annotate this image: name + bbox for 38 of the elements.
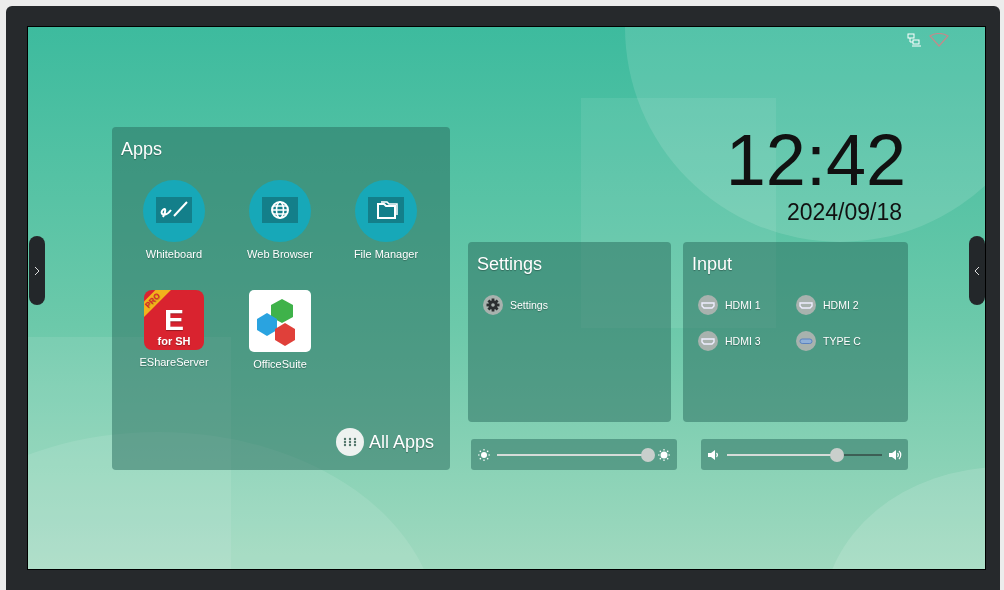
brightness-low-icon [477,447,491,462]
whiteboard-app-icon [143,180,205,242]
clock-date: 2024/09/18 [786,199,902,226]
folder-app-icon [355,180,417,242]
input-source[interactable]: HDMI 1 [698,295,796,315]
hdmi-port-icon [698,295,718,315]
chevron-right-icon [34,265,40,276]
wifi-icon [929,33,949,47]
app-grid-icon [335,428,364,456]
hdmi-port-icon [698,331,718,351]
side-panel-handle[interactable] [29,236,45,305]
app-shortcut[interactable]: OfficeSuite [227,290,333,370]
input-source[interactable]: TYPE C [796,331,894,351]
input-source[interactable]: HDMI 2 [796,295,894,315]
network-icon [907,33,921,47]
app-shortcut[interactable]: Web Browser [227,180,333,260]
usb-c-port-icon [796,331,816,351]
side-panel-handle[interactable] [969,236,985,305]
chevron-left-icon [974,265,980,276]
panel-title: Settings [477,254,543,274]
panel-title: Apps [121,139,163,160]
settings-item[interactable]: Settings [483,295,581,315]
input-source[interactable]: HDMI 3 [698,331,796,351]
cubes-app-icon [249,290,311,352]
logo-caption: for SH [157,335,191,347]
globe-app-icon [249,180,311,242]
settings-icon [483,295,503,315]
slider-thumb[interactable] [830,447,845,462]
clock-time: 12:42 [725,127,906,193]
all-apps-button[interactable]: All Apps [335,428,441,458]
hdmi-port-icon [796,295,816,315]
app-shortcut[interactable]: Whiteboard [121,180,227,260]
app-shortcut[interactable]: File Manager [333,180,439,260]
volume-high-icon [888,447,902,462]
volume-low-icon [707,447,721,462]
panel-title: Input [692,254,733,274]
slider-thumb[interactable] [640,447,655,462]
brightness-high-icon [657,447,671,462]
